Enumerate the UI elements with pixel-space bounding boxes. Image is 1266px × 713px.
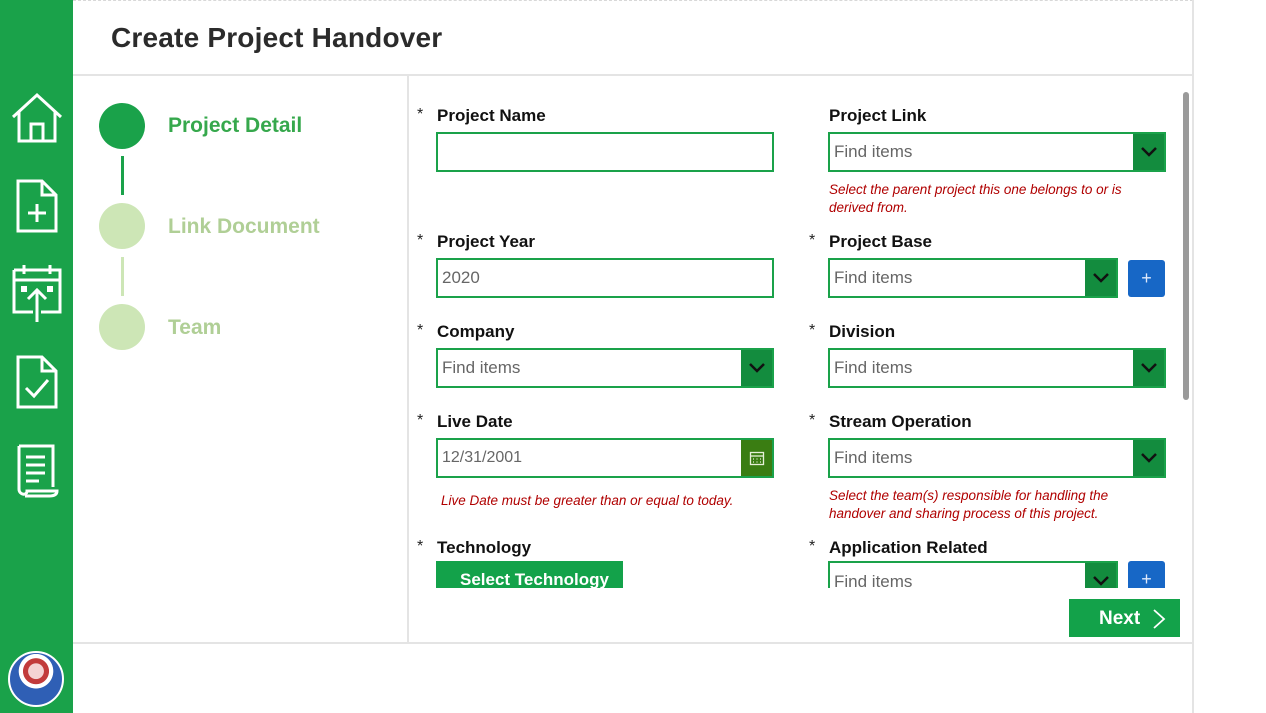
step-label: Team xyxy=(168,316,222,339)
application-related-combobox[interactable]: Find items xyxy=(828,561,1118,588)
project-year-input[interactable]: 2020 xyxy=(436,258,774,298)
page-title: Create Project Handover xyxy=(111,22,443,53)
company-combobox[interactable]: Find items xyxy=(436,348,774,388)
required-marker: * xyxy=(809,412,816,429)
calendar-icon[interactable] xyxy=(741,440,772,476)
chevron-down-icon[interactable] xyxy=(741,350,772,386)
app-rail xyxy=(0,0,73,713)
step-connector xyxy=(121,156,124,195)
stream-operation-hint: Select the team(s) responsible for handl… xyxy=(829,488,1109,521)
chevron-down-icon[interactable] xyxy=(1133,440,1164,476)
project-link-label: Project Link xyxy=(829,106,927,125)
document-check-icon[interactable] xyxy=(0,354,73,410)
new-document-icon[interactable] xyxy=(0,178,73,234)
required-marker: * xyxy=(809,538,816,555)
step-connector xyxy=(121,257,124,296)
user-avatar[interactable] xyxy=(8,651,64,707)
step-indicator xyxy=(99,203,145,249)
stream-operation-combobox[interactable]: Find items xyxy=(828,438,1166,478)
next-button[interactable]: Next xyxy=(1069,599,1180,637)
project-year-label: Project Year xyxy=(437,232,535,251)
chevron-right-icon xyxy=(1153,609,1166,629)
division-placeholder: Find items xyxy=(834,358,913,377)
stream-operation-label: Stream Operation xyxy=(829,412,972,431)
technology-label: Technology xyxy=(437,538,532,557)
required-marker: * xyxy=(417,232,424,249)
live-date-picker[interactable]: 12/31/2001 xyxy=(436,438,774,478)
step-label: Link Document xyxy=(168,215,320,238)
project-base-placeholder: Find items xyxy=(834,268,913,287)
chevron-down-icon[interactable] xyxy=(1085,563,1116,588)
project-link-placeholder: Find items xyxy=(834,142,913,161)
project-name-input[interactable] xyxy=(436,132,774,172)
project-base-label: Project Base xyxy=(829,232,932,251)
calendar-upload-icon[interactable] xyxy=(0,264,73,324)
footer-divider xyxy=(73,642,1193,644)
company-label: Company xyxy=(437,322,515,341)
project-link-hint: Select the parent project this one belon… xyxy=(829,182,1122,215)
home-icon[interactable] xyxy=(0,90,73,146)
required-marker: * xyxy=(417,322,424,339)
live-date-label: Live Date xyxy=(437,412,513,431)
stream-operation-placeholder: Find items xyxy=(834,448,913,467)
division-label: Division xyxy=(829,322,896,341)
next-label: Next xyxy=(1099,608,1141,629)
content-right-border xyxy=(1192,0,1194,713)
required-marker: * xyxy=(809,322,816,339)
report-scroll-icon[interactable] xyxy=(0,443,73,499)
select-technology-label: Select Technology xyxy=(460,570,609,588)
live-date-value: 12/31/2001 xyxy=(442,449,523,466)
live-date-hint: Live Date must be greater than or equal … xyxy=(441,493,734,508)
step-label: Project Detail xyxy=(168,114,303,137)
project-name-label: Project Name xyxy=(437,106,546,125)
application-related-placeholder: Find items xyxy=(834,572,913,588)
form-scrollbar[interactable] xyxy=(1183,92,1189,400)
step-indicator xyxy=(99,304,145,350)
division-combobox[interactable]: Find items xyxy=(828,348,1166,388)
select-technology-button[interactable]: Select Technology xyxy=(436,561,623,588)
project-year-value: 2020 xyxy=(442,268,480,287)
chevron-down-icon[interactable] xyxy=(1085,260,1116,296)
project-link-combobox[interactable]: Find items xyxy=(828,132,1166,172)
add-project-base-button[interactable]: + xyxy=(1128,260,1165,297)
project-base-combobox[interactable]: Find items xyxy=(828,258,1118,298)
page-header: Create Project Handover xyxy=(73,2,1193,76)
project-detail-form: * Project Name Project Link Find items S… xyxy=(410,76,1192,588)
company-placeholder: Find items xyxy=(442,358,521,377)
step-indicator xyxy=(99,103,145,149)
required-marker: * xyxy=(809,232,816,249)
application-related-label: Application Related xyxy=(829,538,988,557)
add-application-button[interactable]: + xyxy=(1128,561,1165,588)
required-marker: * xyxy=(417,106,424,123)
chevron-down-icon[interactable] xyxy=(1133,134,1164,170)
progress-stepper: Project Detail Link Document Team xyxy=(73,76,409,642)
required-marker: * xyxy=(417,412,424,429)
chevron-down-icon[interactable] xyxy=(1133,350,1164,386)
required-marker: * xyxy=(417,538,424,555)
